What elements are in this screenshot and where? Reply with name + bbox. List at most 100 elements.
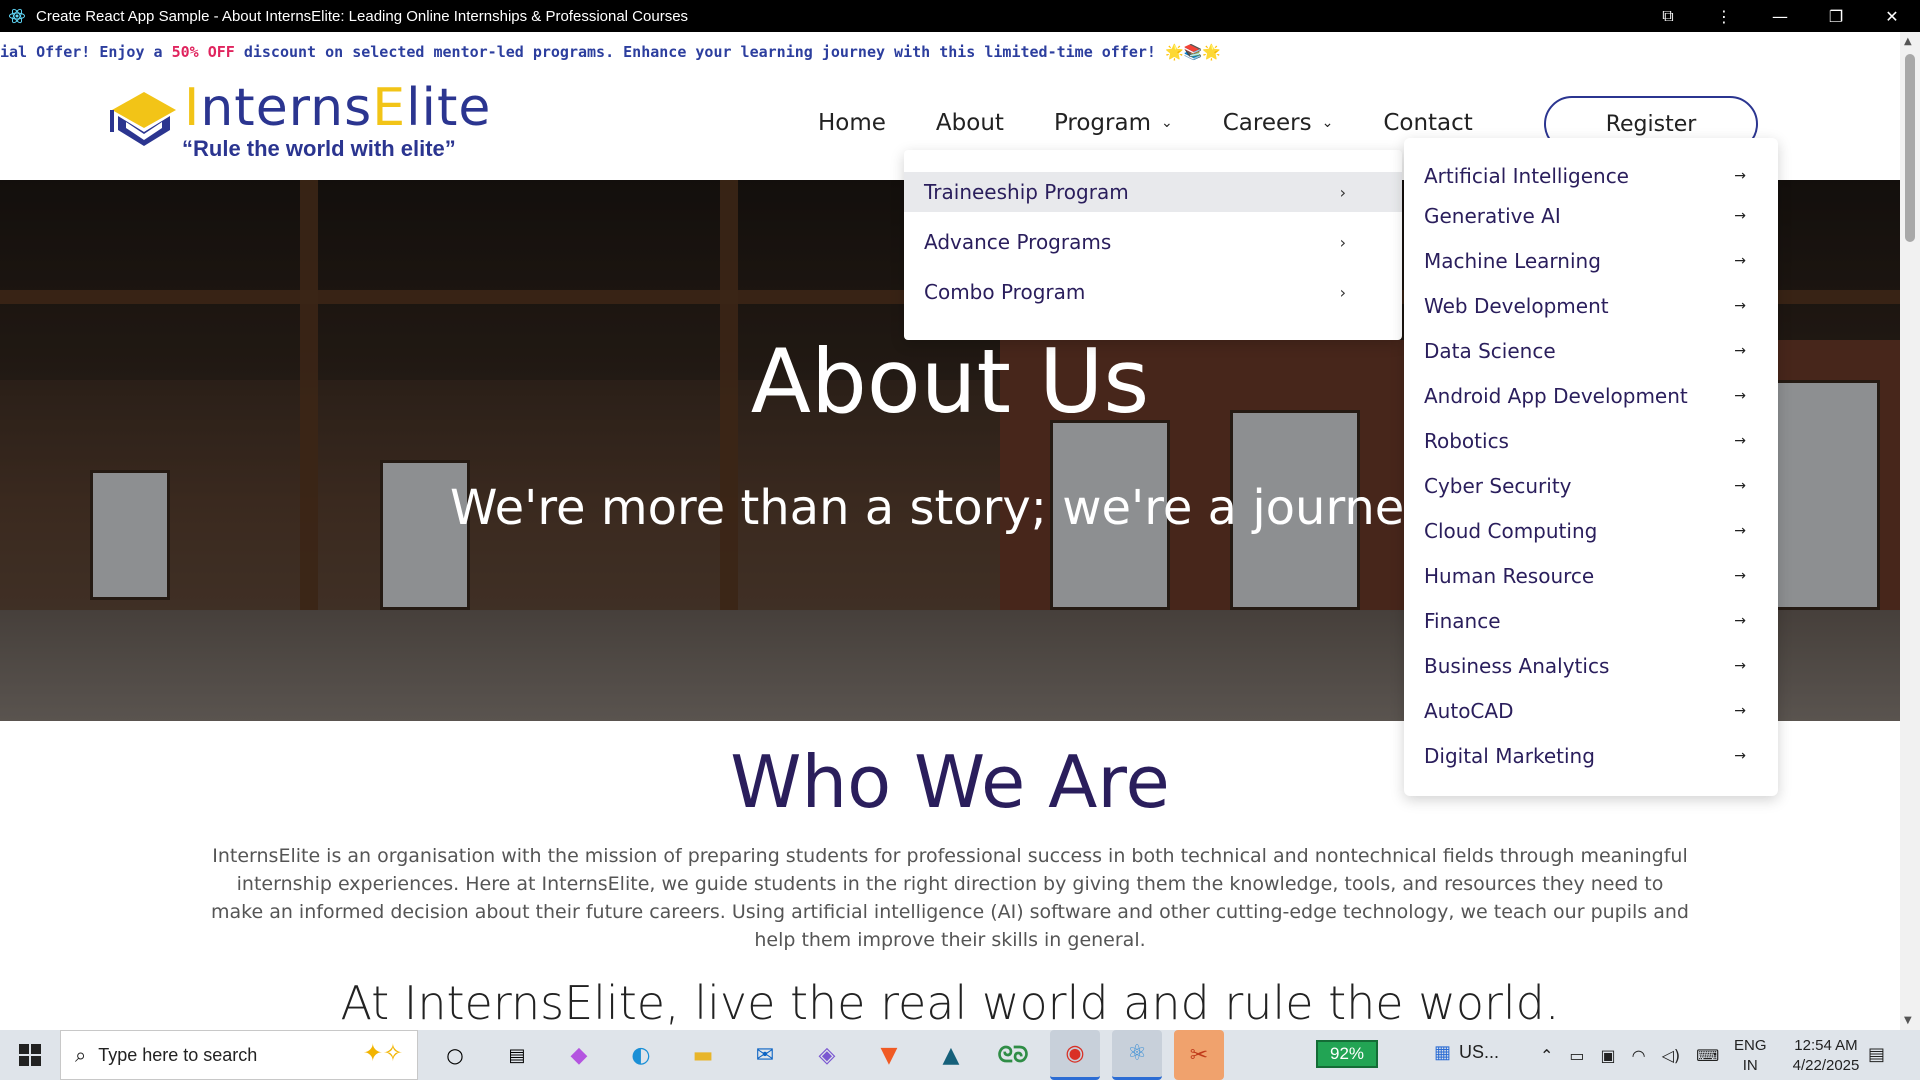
chevron-right-icon: › xyxy=(1339,232,1346,252)
outlook-icon[interactable]: ✉ xyxy=(740,1030,790,1080)
hero-subtitle: We're more than a story; we're a journe xyxy=(450,480,1405,536)
sparkle-icon: ✦✧ xyxy=(362,1039,403,1067)
clock-date: 4/22/2025 xyxy=(1792,1057,1860,1074)
react-icon xyxy=(6,5,28,27)
chrome-icon[interactable]: ◉ xyxy=(1050,1030,1100,1080)
weather-widget[interactable]: ▦ US... xyxy=(1434,1042,1499,1063)
language-indicator[interactable]: ENG IN xyxy=(1734,1036,1767,1076)
nav-careers[interactable]: Careers ⌄ xyxy=(1223,110,1334,136)
motto-text: At InternsElite, live the real world and… xyxy=(340,976,1560,1030)
search-icon: ⌕ xyxy=(75,1043,87,1067)
weather-label: US... xyxy=(1459,1042,1500,1062)
arrow-right-icon: → xyxy=(1734,343,1746,359)
submenu-item[interactable]: Data Science → xyxy=(1424,331,1758,371)
about-paragraph: InternsElite is an organisation with the… xyxy=(211,845,1689,951)
keyboard-icon[interactable]: ⌨ xyxy=(1696,1046,1719,1065)
submenu-item-label: Business Analytics xyxy=(1424,654,1610,678)
logo-letter-e: E xyxy=(372,78,407,138)
snipping-tool-icon[interactable]: ✂ xyxy=(1174,1030,1224,1080)
arrow-right-icon: → xyxy=(1734,748,1746,764)
nav-about[interactable]: About xyxy=(915,110,1024,152)
file-explorer-icon[interactable]: ▬ xyxy=(678,1030,728,1080)
traineeship-submenu: Artificial Intelligence → Generative AI → … xyxy=(1404,138,1778,796)
submenu-item[interactable]: Generative AI → xyxy=(1424,196,1758,236)
m365-icon[interactable]: ◈ xyxy=(802,1030,852,1080)
arrow-right-icon: → xyxy=(1734,568,1746,584)
submenu-item-label: AutoCAD xyxy=(1424,699,1514,723)
submenu-item[interactable]: Digital Marketing → xyxy=(1424,736,1758,776)
arrow-right-icon: → xyxy=(1734,703,1746,719)
submenu-item[interactable]: Cloud Computing → xyxy=(1424,511,1758,551)
restore-button[interactable]: ❐ xyxy=(1808,0,1864,32)
task-view-icon[interactable]: ▤ xyxy=(492,1030,542,1080)
minimize-button[interactable]: — xyxy=(1752,0,1808,32)
submenu-item[interactable]: Robotics → xyxy=(1424,421,1758,461)
menu-combo-program[interactable]: Combo Program › xyxy=(904,272,1402,312)
submenu-item[interactable]: Android App Development → xyxy=(1424,376,1758,416)
scrollbar-thumb[interactable] xyxy=(1905,54,1915,242)
menu-item-label: Advance Programs xyxy=(924,230,1112,254)
submenu-item[interactable]: Machine Learning → xyxy=(1424,241,1758,281)
submenu-item-label: Digital Marketing xyxy=(1424,744,1595,768)
mountain-app-icon[interactable]: ▲ xyxy=(926,1030,976,1080)
arrow-right-icon: → xyxy=(1734,168,1746,184)
submenu-item[interactable]: Finance → xyxy=(1424,601,1758,641)
clock-time: 12:54 AM xyxy=(1794,1037,1858,1054)
menu-item-label: Combo Program xyxy=(924,280,1086,304)
submenu-item[interactable]: AutoCAD → xyxy=(1424,691,1758,731)
taskbar-search[interactable]: ⌕ Type here to search ✦✧ xyxy=(60,1030,418,1080)
react-app-icon[interactable]: ⚛ xyxy=(1112,1030,1162,1080)
windows-logo-icon xyxy=(19,1044,41,1066)
page-scrollbar[interactable]: ▲ ▼ xyxy=(1900,32,1920,1030)
submenu-item-label: Human Resource xyxy=(1424,564,1595,588)
submenu-item[interactable]: Human Resource → xyxy=(1424,556,1758,596)
submenu-item-label: Machine Learning xyxy=(1424,249,1601,273)
chevron-down-icon: ⌄ xyxy=(1160,115,1173,131)
brave-icon[interactable]: ▼ xyxy=(864,1030,914,1080)
start-button[interactable] xyxy=(0,1030,60,1080)
volume-icon[interactable]: ◁) xyxy=(1662,1046,1681,1065)
windows-taskbar: ⌕ Type here to search ✦✧ ○ ▤ ◆ ◐ ▬ ✉ ◈ ▼… xyxy=(0,1030,1920,1080)
nav-home[interactable]: Home xyxy=(818,110,886,136)
arrow-right-icon: → xyxy=(1734,658,1746,674)
nav-program[interactable]: Program ⌄ xyxy=(1054,110,1173,136)
submenu-item-label: Cyber Security xyxy=(1424,474,1572,498)
system-clock[interactable]: 12:54 AM 4/22/2025 xyxy=(1778,1036,1874,1076)
submenu-item[interactable]: Cyber Security → xyxy=(1424,466,1758,506)
chevron-right-icon: › xyxy=(1339,282,1346,302)
region-code: IN xyxy=(1742,1057,1758,1074)
chevron-up-icon[interactable]: ⌃ xyxy=(1540,1046,1553,1065)
menu-item-label: Traineeship Program xyxy=(924,180,1129,204)
close-button[interactable]: ✕ xyxy=(1864,0,1920,32)
nav-contact[interactable]: Contact xyxy=(1383,110,1472,136)
menu-traineeship-program[interactable]: Traineeship Program › xyxy=(904,172,1402,212)
arrow-right-icon: → xyxy=(1734,388,1746,404)
site-logo[interactable]: InternsElite “Rule the world with elite” xyxy=(104,76,504,164)
promo-prefix: ial Offer! Enjoy a xyxy=(0,43,172,61)
meet-now-icon[interactable]: ▣ xyxy=(1601,1046,1616,1065)
submenu-item[interactable]: Web Development → xyxy=(1424,286,1758,326)
extensions-icon[interactable]: ⧉ xyxy=(1640,0,1696,32)
copilot-icon[interactable]: ◆ xyxy=(554,1030,604,1080)
geeksforgeeks-icon[interactable]: ᘓᘐ xyxy=(988,1030,1038,1080)
menu-advance-programs[interactable]: Advance Programs › xyxy=(904,222,1402,262)
logo-letter-i: I xyxy=(184,78,201,138)
battery-icon[interactable]: ▭ xyxy=(1569,1046,1584,1065)
scroll-down-arrow-icon[interactable]: ▼ xyxy=(1904,1015,1912,1026)
arrow-right-icon: → xyxy=(1734,478,1746,494)
submenu-item-label: Data Science xyxy=(1424,339,1556,363)
scroll-up-arrow-icon[interactable]: ▲ xyxy=(1904,36,1912,47)
edge-icon[interactable]: ◐ xyxy=(616,1030,666,1080)
system-tray: ⌃ ▭ ▣ ◠ ◁) ⌨ xyxy=(1540,1030,1735,1080)
submenu-item-label: Finance xyxy=(1424,609,1501,633)
wifi-icon[interactable]: ◠ xyxy=(1632,1046,1646,1065)
submenu-item-label: Robotics xyxy=(1424,429,1509,453)
program-dropdown: Traineeship Program › Advance Programs › C… xyxy=(904,150,1402,340)
more-options-icon[interactable]: ⋮ xyxy=(1696,0,1752,32)
submenu-item[interactable]: Artificial Intelligence → xyxy=(1424,156,1758,196)
battery-app-badge[interactable]: 92% xyxy=(1316,1040,1378,1068)
logo-word-lite: lite xyxy=(406,78,492,138)
cortana-icon[interactable]: ○ xyxy=(430,1030,480,1080)
notification-icon[interactable]: ▤ xyxy=(1868,1044,1885,1065)
submenu-item[interactable]: Business Analytics → xyxy=(1424,646,1758,686)
